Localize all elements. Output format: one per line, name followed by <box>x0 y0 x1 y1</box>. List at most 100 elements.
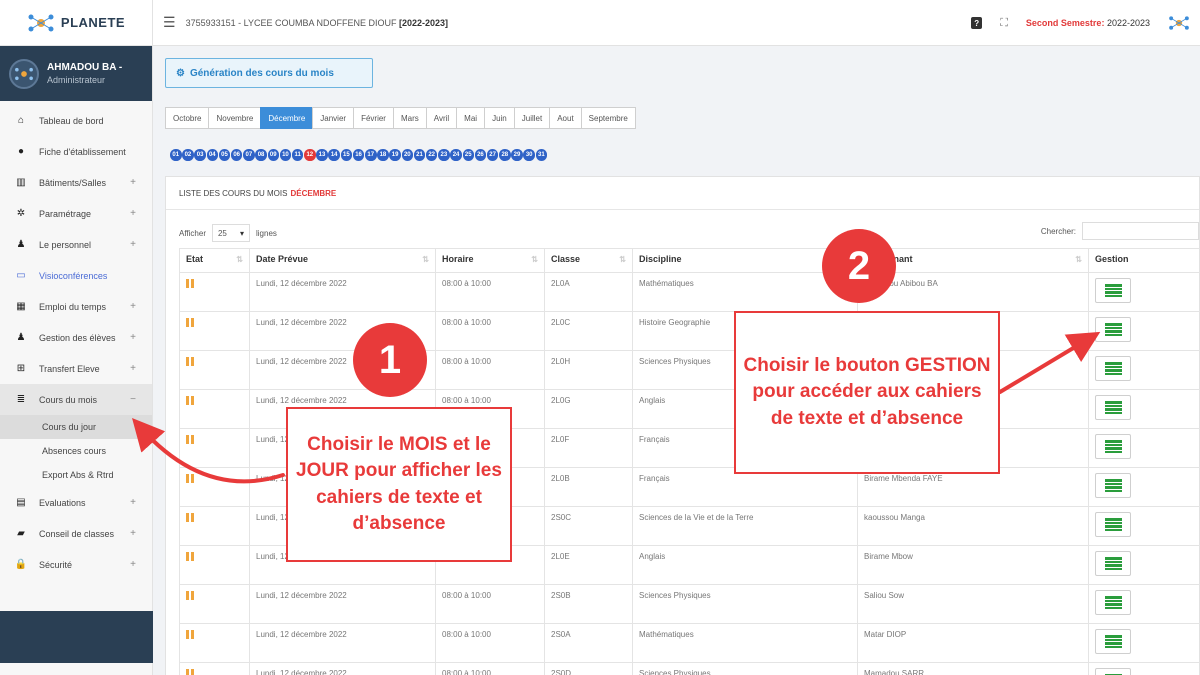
gestion-button[interactable] <box>1095 551 1131 576</box>
show-label: Afficher <box>179 228 206 238</box>
sidebar-item-evaluations[interactable]: ▤ Evaluations + <box>0 487 152 518</box>
day-button-15[interactable]: 15 <box>340 149 353 161</box>
day-button-27[interactable]: 27 <box>486 149 499 161</box>
submenu-export-abs[interactable]: Export Abs & Rtrd <box>0 463 152 487</box>
column-header-date[interactable]: Date Prévue ⇅ <box>249 248 436 273</box>
day-button-22[interactable]: 22 <box>425 149 438 161</box>
sidebar-item-parametrage[interactable]: ✲ Paramétrage + <box>0 198 152 229</box>
day-button-06[interactable]: 06 <box>230 149 243 161</box>
submenu-cours-du-jour[interactable]: Cours du jour <box>0 415 152 439</box>
discipline-cell: Sciences Physiques <box>632 584 858 624</box>
status-cell <box>179 623 250 663</box>
day-button-28[interactable]: 28 <box>499 149 511 161</box>
hamburger-menu-icon[interactable]: ☰ <box>163 14 176 31</box>
month-tab-octobre[interactable]: Octobre <box>165 107 210 129</box>
time-cell: 08:00 à 10:00 <box>435 272 545 312</box>
day-button-25[interactable]: 25 <box>462 149 474 161</box>
day-button-29[interactable]: 29 <box>511 149 523 161</box>
fullscreen-icon[interactable]: ⛶ <box>1000 17 1008 30</box>
day-button-16[interactable]: 16 <box>352 149 365 161</box>
day-button-01[interactable]: 01 <box>170 149 182 161</box>
page-length-select[interactable]: 25 ▾ <box>211 224 250 242</box>
gestion-button[interactable] <box>1095 629 1131 654</box>
gestion-button[interactable] <box>1095 512 1131 537</box>
day-button-24[interactable]: 24 <box>450 149 462 161</box>
column-header-etat[interactable]: Etat ⇅ <box>179 248 250 273</box>
building-icon: ▥ <box>16 177 26 188</box>
sidebar-item-gestion-eleves[interactable]: ♟ Gestion des élèves + <box>0 322 152 353</box>
gestion-button[interactable] <box>1095 278 1131 303</box>
day-button-20[interactable]: 20 <box>401 149 414 161</box>
teacher-cell: Matar DIOP <box>857 623 1089 663</box>
month-tab-mars[interactable]: Mars <box>392 107 427 129</box>
sidebar-item-fiche-etablissement[interactable]: ● Fiche d'établissement <box>0 136 152 167</box>
day-button-31[interactable]: 31 <box>535 149 548 161</box>
month-tab-avril[interactable]: Avril <box>425 107 458 129</box>
day-button-02[interactable]: 02 <box>182 149 194 161</box>
sidebar-item-label: Emploi du temps <box>39 301 107 312</box>
sidebar-item-batiments[interactable]: ▥ Bâtiments/Salles + <box>0 167 152 198</box>
status-cell <box>179 350 250 390</box>
gestion-button[interactable] <box>1095 473 1131 498</box>
month-tab-decembre[interactable]: Décembre <box>260 107 314 129</box>
gestion-button[interactable] <box>1095 395 1131 420</box>
list-icon <box>1104 401 1122 414</box>
expand-indicator: + <box>130 208 136 219</box>
day-button-07[interactable]: 07 <box>243 149 255 161</box>
day-button-30[interactable]: 30 <box>523 149 535 161</box>
day-button-04[interactable]: 04 <box>206 149 219 161</box>
sidebar-item-visioconferences[interactable]: ▭ Visioconférences <box>0 260 152 291</box>
day-button-13[interactable]: 13 <box>316 149 328 161</box>
sidebar-item-personnel[interactable]: ♟ Le personnel + <box>0 229 152 260</box>
semester-label: Second Semestre: <box>1025 18 1105 28</box>
day-button-19[interactable]: 19 <box>389 149 401 161</box>
generate-courses-button[interactable]: ⚙ Génération des cours du mois <box>165 58 373 88</box>
day-button-12[interactable]: 12 <box>304 149 316 161</box>
day-button-08[interactable]: 08 <box>255 149 267 161</box>
day-button-09[interactable]: 09 <box>267 149 279 161</box>
day-button-14[interactable]: 14 <box>328 149 340 161</box>
day-button-03[interactable]: 03 <box>194 149 206 161</box>
month-tab-fevrier[interactable]: Février <box>353 107 394 129</box>
day-button-23[interactable]: 23 <box>438 149 450 161</box>
search-input[interactable] <box>1082 222 1199 240</box>
help-icon[interactable]: ? <box>971 17 983 29</box>
sidebar-item-cours-du-mois[interactable]: ≣ Cours du mois − <box>0 384 152 415</box>
sidebar-item-tableau-de-bord[interactable]: ⌂ Tableau de bord <box>0 105 152 136</box>
day-button-26[interactable]: 26 <box>474 149 487 161</box>
sidebar-item-emploi-du-temps[interactable]: ▦ Emploi du temps + <box>0 291 152 322</box>
gestion-button[interactable] <box>1095 434 1131 459</box>
gestion-cell <box>1088 545 1200 585</box>
gestion-button[interactable] <box>1095 317 1131 342</box>
user-profile[interactable]: AHMADOU BA - Administrateur <box>0 46 152 101</box>
page-length-control: Afficher 25 ▾ lignes <box>179 224 277 242</box>
month-tab-septembre[interactable]: Septembre <box>580 107 636 129</box>
avatar <box>9 58 39 89</box>
month-tab-juin[interactable]: Juin <box>484 107 515 129</box>
day-button-21[interactable]: 21 <box>413 149 426 161</box>
month-tab-novembre[interactable]: Novembre <box>208 107 262 129</box>
month-tab-janvier[interactable]: Janvier <box>312 107 355 129</box>
main-content: ⚙ Génération des cours du mois Octobre No… <box>153 46 1200 675</box>
sidebar-item-transfert-eleve[interactable]: ⊞ Transfert Eleve + <box>0 353 152 384</box>
sidebar-item-securite[interactable]: 🔒 Sécurité + <box>0 549 152 580</box>
column-header-horaire[interactable]: Horaire ⇅ <box>435 248 545 273</box>
day-button-05[interactable]: 05 <box>218 149 231 161</box>
day-button-18[interactable]: 18 <box>377 149 389 161</box>
sidebar-item-label: Cours du mois <box>39 394 98 405</box>
gestion-button[interactable] <box>1095 590 1131 615</box>
month-tab-mai[interactable]: Mai <box>456 107 486 129</box>
top-logo-icon[interactable] <box>1168 14 1190 32</box>
sidebar-item-conseil-de-classes[interactable]: ▰ Conseil de classes + <box>0 518 152 549</box>
logo[interactable]: PLANETE <box>0 0 152 46</box>
day-button-17[interactable]: 17 <box>365 149 377 161</box>
gestion-button[interactable] <box>1095 356 1131 381</box>
month-tab-aout[interactable]: Aout <box>549 107 582 129</box>
day-button-10[interactable]: 10 <box>279 149 292 161</box>
month-tab-juillet[interactable]: Juillet <box>513 107 551 129</box>
column-header-classe[interactable]: Classe ⇅ <box>544 248 633 273</box>
semester-info[interactable]: Second Semestre: 2022-2023 <box>1026 18 1150 28</box>
gestion-button[interactable] <box>1095 668 1131 675</box>
submenu-absences-cours[interactable]: Absences cours <box>0 439 152 463</box>
day-button-11[interactable]: 11 <box>291 149 304 161</box>
